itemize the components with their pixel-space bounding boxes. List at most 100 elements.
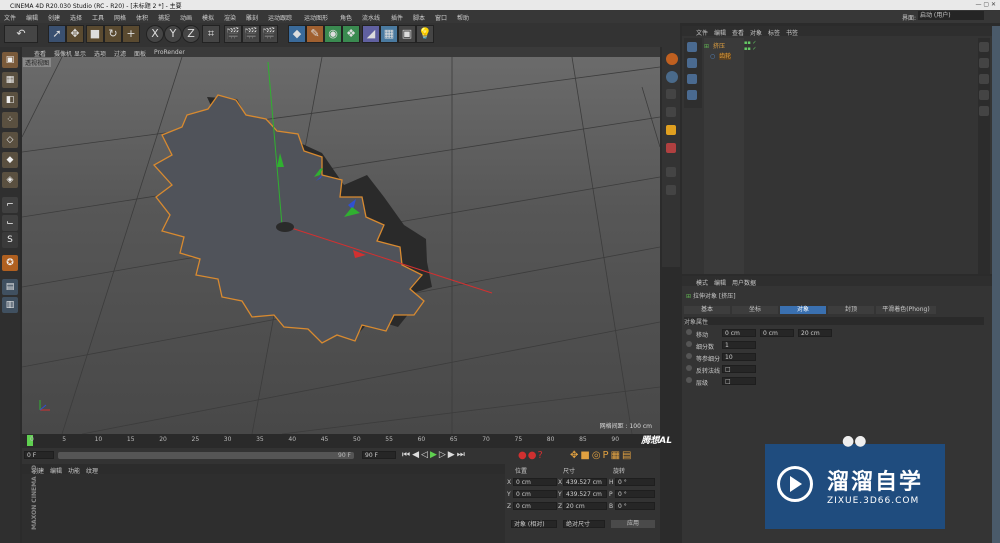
points-mode-icon[interactable]: ⁘ bbox=[2, 112, 18, 128]
object-row-gear[interactable]: ○ 齿轮 bbox=[710, 51, 744, 60]
object-tool-icon[interactable] bbox=[687, 58, 697, 68]
menu-item[interactable]: 雕刻 bbox=[246, 13, 258, 22]
render-view-icon[interactable]: 🎬 bbox=[224, 25, 242, 43]
attribute-value[interactable]: 20 cm bbox=[798, 329, 832, 337]
attribute-tab[interactable]: 封顶 bbox=[828, 306, 874, 314]
object-tool-icon[interactable] bbox=[687, 74, 697, 84]
record-controls[interactable]: ●●? bbox=[518, 450, 544, 461]
scale-icon[interactable]: ■ bbox=[86, 25, 104, 43]
viewport-menu-item[interactable]: ProRender bbox=[154, 49, 185, 56]
rotation-field[interactable]: 0 ° bbox=[615, 502, 655, 510]
undo-icon[interactable]: ↶ bbox=[4, 25, 38, 43]
menu-item[interactable]: 体积 bbox=[136, 13, 148, 22]
attribute-tab[interactable]: 平滑着色(Phong) bbox=[876, 306, 936, 314]
workplane-icon[interactable]: ◧ bbox=[2, 92, 18, 108]
menu-item[interactable]: 脚本 bbox=[413, 13, 425, 22]
object-menu-item[interactable]: 对象 bbox=[750, 28, 762, 37]
size-field[interactable]: 439.527 cm bbox=[563, 478, 607, 486]
menu-item[interactable]: 编辑 bbox=[26, 13, 38, 22]
menu-item[interactable]: 运动跟踪 bbox=[268, 13, 292, 22]
current-frame-field[interactable]: 0 F bbox=[24, 451, 54, 459]
position-field[interactable]: 0 cm bbox=[513, 490, 557, 498]
menu-item[interactable]: 角色 bbox=[340, 13, 352, 22]
visibility-toggles[interactable]: ▪▪ ✓ ▪▪ ✓ bbox=[744, 40, 757, 52]
menu-item[interactable]: 运动图形 bbox=[304, 13, 328, 22]
material-menu-item[interactable]: 编辑 bbox=[50, 466, 62, 475]
attribute-value[interactable]: 10 bbox=[722, 353, 756, 361]
x-axis-icon[interactable]: X bbox=[146, 25, 164, 43]
size-field[interactable]: 20 cm bbox=[563, 502, 607, 510]
deformer-icon[interactable]: ◢ bbox=[362, 25, 380, 43]
pen-icon[interactable]: ✎ bbox=[306, 25, 324, 43]
frame-range-slider[interactable] bbox=[58, 452, 354, 459]
menu-item[interactable]: 渲染 bbox=[224, 13, 236, 22]
model-mode-icon[interactable]: ▣ bbox=[2, 52, 18, 68]
texture-mode-icon[interactable]: ▦ bbox=[2, 72, 18, 88]
z-axis-icon[interactable]: Z bbox=[182, 25, 200, 43]
apply-button[interactable]: 应用 bbox=[611, 520, 655, 528]
tab-content-browser[interactable] bbox=[979, 58, 989, 68]
soft-selection-icon[interactable]: S bbox=[2, 232, 18, 248]
object-menu-item[interactable]: 书签 bbox=[786, 28, 798, 37]
window-controls[interactable]: — ▢ ✕ bbox=[975, 1, 996, 8]
refresh-icon[interactable] bbox=[666, 167, 676, 177]
object-row-extrude[interactable]: ⊞ 挤压 bbox=[704, 41, 744, 50]
select-icon[interactable]: ➚ bbox=[48, 25, 66, 43]
attribute-value[interactable]: 0 cm bbox=[760, 329, 794, 337]
attribute-tab[interactable]: 对象 bbox=[780, 306, 826, 314]
menu-item[interactable]: 网格 bbox=[114, 13, 126, 22]
object-menu-item[interactable]: 标签 bbox=[768, 28, 780, 37]
move-icon[interactable]: ✥ bbox=[66, 25, 84, 43]
attribute-tab[interactable]: 坐标 bbox=[732, 306, 778, 314]
menu-item[interactable]: 流水线 bbox=[362, 13, 380, 22]
animate-dot-icon[interactable] bbox=[686, 353, 692, 359]
menu-item[interactable]: 帮助 bbox=[457, 13, 469, 22]
light-bulb-icon[interactable] bbox=[666, 125, 676, 135]
menu-item[interactable]: 创建 bbox=[48, 13, 60, 22]
timeline-ruler[interactable]: 腾想AL 0 5 10 15 20 25 30 35 40 45 50 55 60 65 70 75 80 85 9… bbox=[22, 434, 672, 448]
axis-lock-icon[interactable]: ⌙ bbox=[2, 215, 18, 231]
animate-dot-icon[interactable] bbox=[686, 365, 692, 371]
size-mode-select[interactable]: 绝对尺寸 bbox=[563, 520, 605, 528]
viewport-canvas[interactable] bbox=[22, 57, 660, 434]
object-tool-icon[interactable] bbox=[687, 90, 697, 100]
attribute-menu-item[interactable]: 用户数据 bbox=[732, 278, 756, 287]
object-menu-item[interactable]: 文件 bbox=[696, 28, 708, 37]
transport-controls[interactable]: ⏮◀◁▶▷▶⏭ bbox=[402, 450, 467, 460]
workplane-grid-icon[interactable]: ▥ bbox=[2, 297, 18, 313]
cursor-icon[interactable] bbox=[666, 107, 676, 117]
animate-dot-icon[interactable] bbox=[686, 329, 692, 335]
position-field[interactable]: 0 cm bbox=[513, 478, 557, 486]
object-menu-item[interactable]: 查看 bbox=[732, 28, 744, 37]
pivot-icon[interactable] bbox=[666, 89, 676, 99]
position-field[interactable]: 0 cm bbox=[513, 502, 557, 510]
add-icon[interactable]: + bbox=[122, 25, 140, 43]
material-menu-item[interactable]: 功能 bbox=[68, 466, 80, 475]
interface-select[interactable]: 启动 (用户) bbox=[918, 11, 984, 20]
menu-item[interactable]: 动画 bbox=[180, 13, 192, 22]
menu-item[interactable]: 窗口 bbox=[435, 13, 447, 22]
attribute-menu-item[interactable]: 模式 bbox=[696, 278, 708, 287]
attribute-tab[interactable]: 基本 bbox=[684, 306, 730, 314]
menu-item[interactable]: 文件 bbox=[4, 13, 16, 22]
render-icon[interactable]: 🎬 bbox=[242, 25, 260, 43]
floor-icon[interactable]: ▦ bbox=[380, 25, 398, 43]
edges-mode-icon[interactable]: ◇ bbox=[2, 132, 18, 148]
menu-item[interactable]: 模拟 bbox=[202, 13, 214, 22]
key-controls[interactable]: ✥■◎P▦▤ bbox=[570, 450, 633, 461]
rotation-field[interactable]: 0 ° bbox=[615, 490, 655, 498]
max-frame-field[interactable]: 90 F bbox=[362, 451, 396, 459]
xray-icon[interactable] bbox=[666, 143, 676, 153]
tab-attributes[interactable] bbox=[979, 106, 989, 116]
material-menu-item[interactable]: 纹理 bbox=[86, 466, 98, 475]
render-settings-icon[interactable]: 🎬 bbox=[260, 25, 278, 43]
animate-dot-icon[interactable] bbox=[686, 377, 692, 383]
tab-layers[interactable] bbox=[979, 90, 989, 100]
lock-workplane-icon[interactable]: ▤ bbox=[2, 279, 18, 295]
camera-icon[interactable]: ▣ bbox=[398, 25, 416, 43]
snap-settings-icon[interactable] bbox=[666, 71, 678, 83]
tab-structure[interactable] bbox=[979, 74, 989, 84]
attribute-value[interactable]: □ bbox=[722, 377, 756, 385]
cube-icon[interactable]: ◆ bbox=[288, 25, 306, 43]
attribute-menu-item[interactable]: 编辑 bbox=[714, 278, 726, 287]
